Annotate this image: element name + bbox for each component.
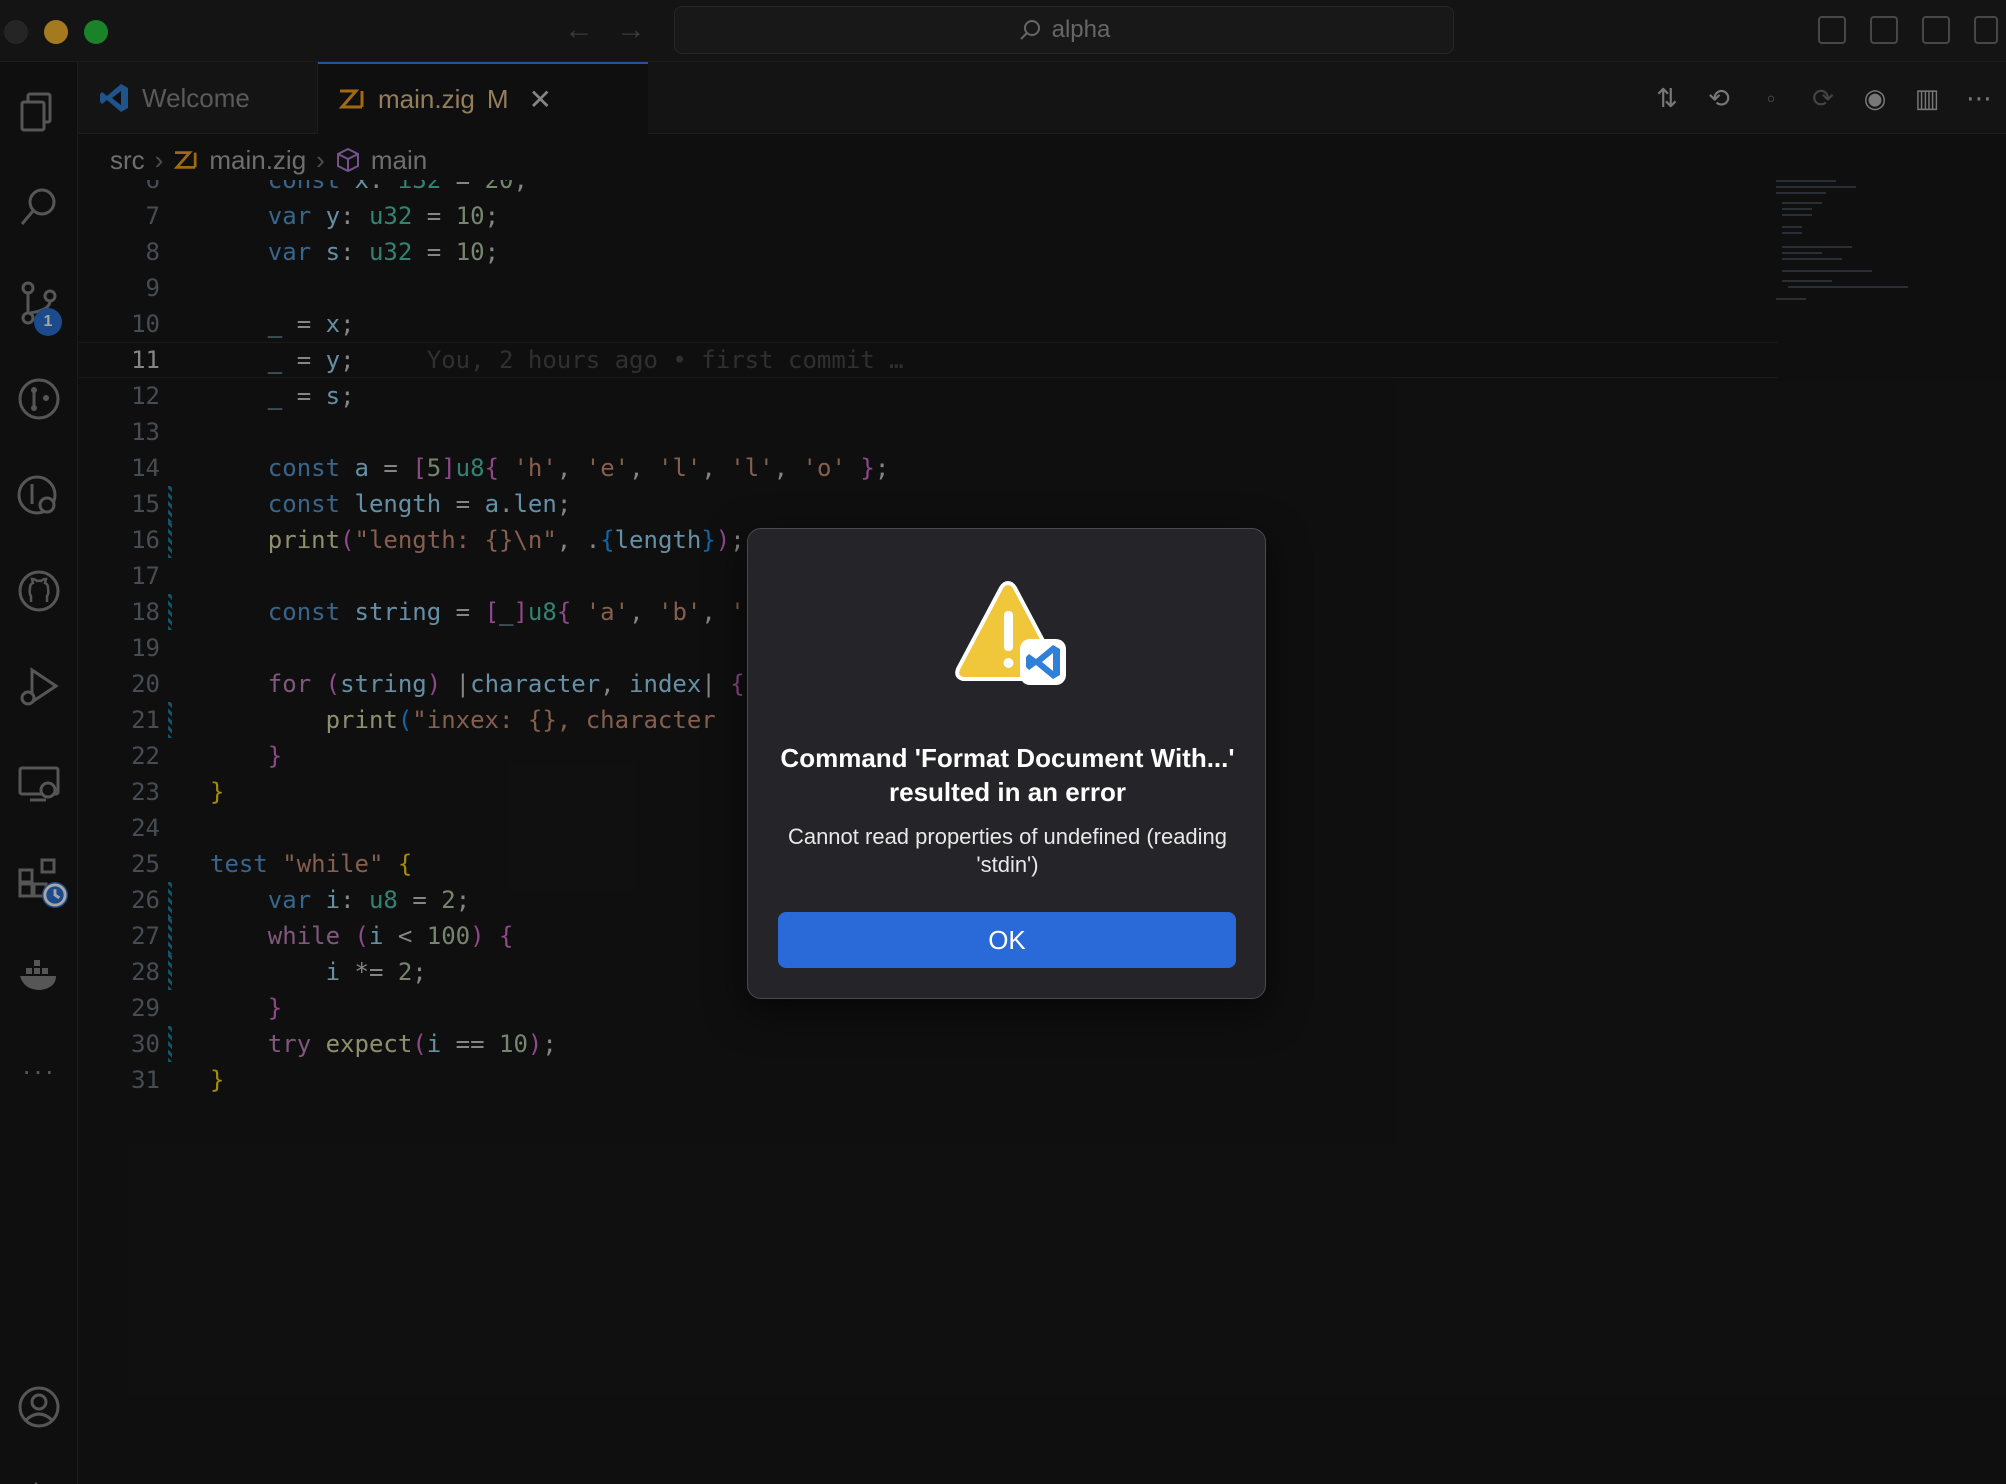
dialog-title: Command 'Format Document With...' result… [780,743,1235,807]
warning-icon [955,580,1066,685]
error-dialog: Command 'Format Document With...' result… [747,528,1266,999]
dialog-message: Cannot read properties of undefined (rea… [787,824,1228,877]
ok-button[interactable]: OK [778,912,1236,968]
